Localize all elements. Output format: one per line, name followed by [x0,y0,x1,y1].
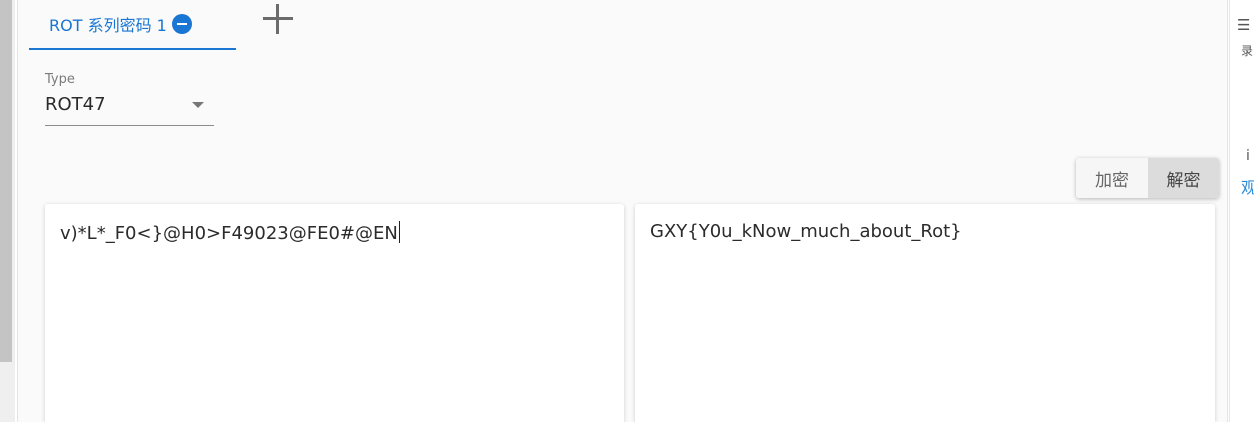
input-text-area[interactable]: v)*L*_F0<}@H0>F49023@FE0#@EN [60,221,400,244]
input-text: v)*L*_F0<}@H0>F49023@FE0#@EN [60,223,398,244]
type-value: ROT47 [45,94,106,115]
output-text[interactable]: GXY{Y0u_kNow_much_about_Rot} [650,221,962,242]
type-caption: Type [45,72,75,87]
dropdown-arrow-icon [192,102,204,108]
left-scroll-track [0,0,15,422]
type-select[interactable]: Type ROT47 [45,70,214,126]
remove-tab-icon[interactable] [171,14,192,34]
cipher-card: ROT 系列密码 1 Type ROT47 加密 解密 v)*L*_F0<}@H… [17,0,1228,422]
text-caret [398,221,400,243]
decrypt-button[interactable]: 解密 [1148,158,1219,198]
right-side-text: 录 [1241,44,1254,58]
tab-label: ROT 系列密码 1 [49,16,167,35]
input-panel[interactable]: v)*L*_F0<}@H0>F49023@FE0#@EN [45,204,624,422]
add-tab-icon[interactable] [261,2,295,36]
tab-rot-cipher[interactable]: ROT 系列密码 1 [29,0,236,50]
right-side-text: i [1246,148,1250,164]
left-scrollbar-thumb[interactable] [0,0,12,362]
encrypt-button[interactable]: 加密 [1076,158,1148,198]
output-panel[interactable]: GXY{Y0u_kNow_much_about_Rot} [635,204,1215,422]
action-button-group: 加密 解密 [1076,158,1219,198]
right-side-panel [1229,0,1254,422]
right-side-link[interactable]: 观 [1241,174,1254,198]
menu-icon[interactable]: ☰ [1237,16,1250,34]
